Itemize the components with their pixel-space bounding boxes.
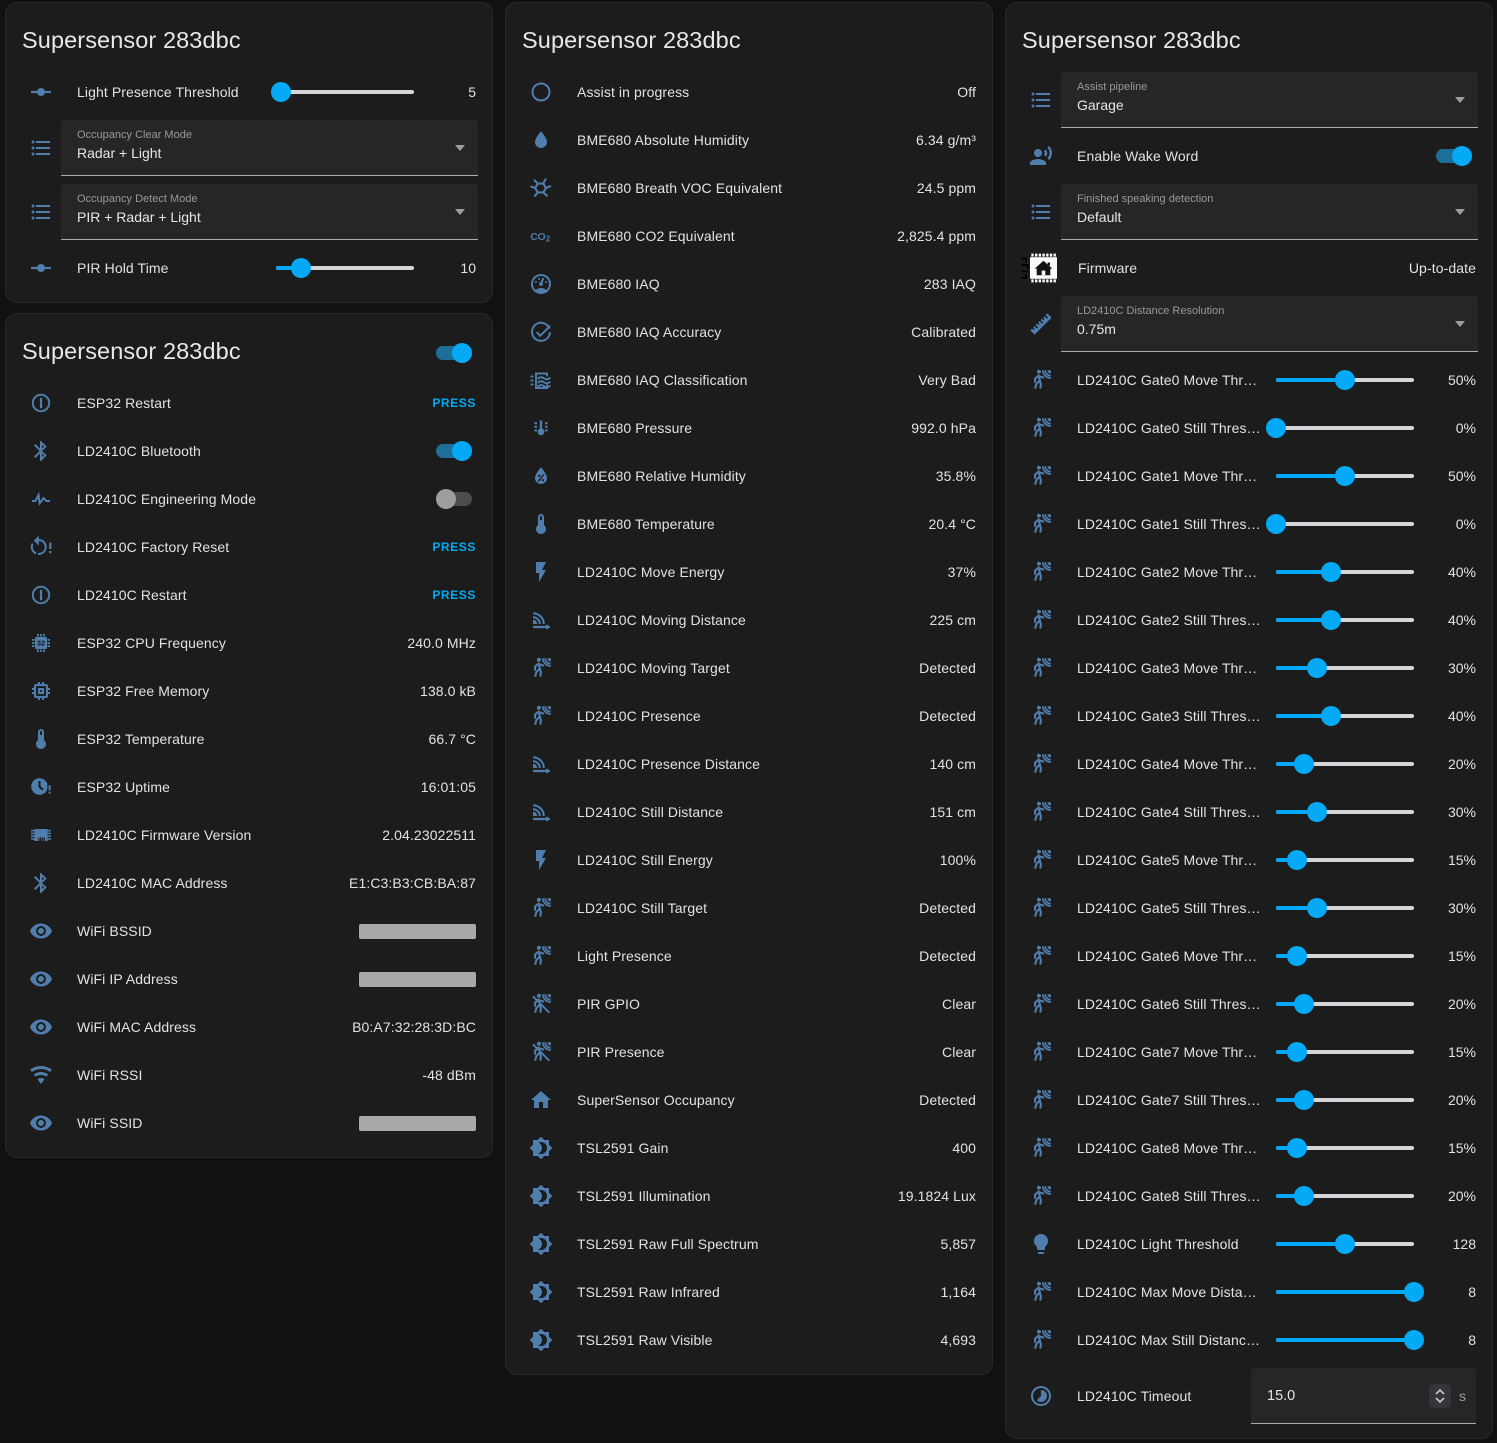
svg-text:CO: CO [530, 231, 545, 243]
svg-text:32: 32 [37, 639, 45, 648]
svg-text:2: 2 [546, 235, 551, 244]
